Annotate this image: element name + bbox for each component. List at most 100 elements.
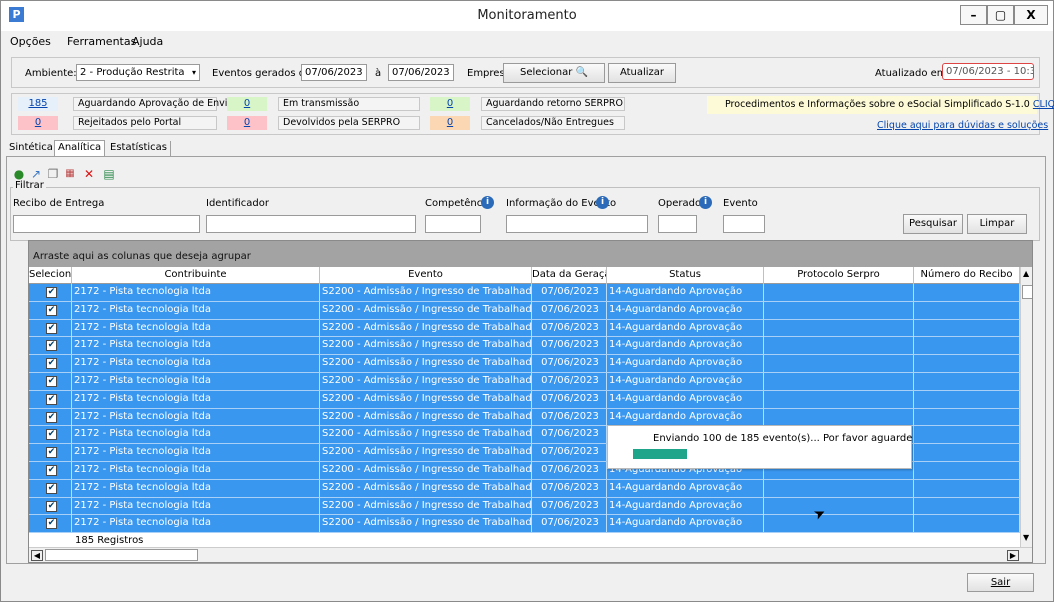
row-checkbox[interactable]: ✔ bbox=[46, 358, 57, 370]
col-contribuinte[interactable]: Contribuinte bbox=[72, 267, 320, 284]
table-row[interactable]: ✔ 2172 - Pista tecnologia ltda S2200 - Adm… bbox=[29, 515, 1020, 534]
recibo-cell bbox=[914, 479, 1020, 497]
export-excel-icon[interactable]: ▤ bbox=[102, 167, 116, 181]
row-checkbox[interactable]: ✔ bbox=[46, 411, 57, 423]
sair-button[interactable]: Sair bbox=[967, 573, 1034, 592]
col-protocolo[interactable]: Protocolo Serpro bbox=[764, 267, 914, 284]
copy-icon[interactable]: ❐ bbox=[46, 167, 60, 181]
table-row[interactable]: ✔ 2172 - Pista tecnologia ltda S2200 - Adm… bbox=[29, 301, 1020, 320]
row-checkbox[interactable]: ✔ bbox=[46, 464, 57, 476]
col-data-geracao[interactable]: Data da Geração bbox=[532, 267, 607, 284]
status-cell: 14-Aguardando Aprovação bbox=[607, 390, 764, 408]
minimize-button[interactable]: – bbox=[960, 5, 987, 25]
table-row[interactable]: ✔ 2172 - Pista tecnologia ltda S2200 - Adm… bbox=[29, 319, 1020, 338]
hscroll-thumb[interactable] bbox=[45, 549, 198, 561]
close-button[interactable]: X bbox=[1014, 5, 1048, 25]
recibo-cell bbox=[914, 444, 1020, 462]
select-cell: ✔ bbox=[29, 284, 72, 301]
recibo-cell bbox=[914, 319, 1020, 337]
globe-icon[interactable]: ● bbox=[12, 167, 26, 181]
col-selecionar[interactable]: Selecionar bbox=[29, 267, 72, 284]
evento-input[interactable] bbox=[723, 215, 765, 233]
recibo-input[interactable] bbox=[13, 215, 200, 233]
count-cancelados[interactable]: 0 bbox=[430, 116, 470, 130]
horizontal-scrollbar[interactable]: ◀ ▶ bbox=[29, 547, 1032, 562]
table-row[interactable]: ✔ 2172 - Pista tecnologia ltda S2200 - Adm… bbox=[29, 479, 1020, 498]
row-checkbox[interactable]: ✔ bbox=[46, 340, 57, 352]
table-row[interactable]: ✔ 2172 - Pista tecnologia ltda S2200 - Adm… bbox=[29, 408, 1020, 427]
select-cell: ✔ bbox=[29, 301, 72, 319]
row-checkbox[interactable]: ✔ bbox=[46, 518, 57, 530]
delete-icon[interactable]: ✕ bbox=[82, 167, 96, 181]
duvidas-link[interactable]: Clique aqui para dúvidas e soluções bbox=[877, 120, 1048, 131]
count-aguardando-aprovacao[interactable]: 185 bbox=[18, 97, 58, 111]
contribuinte-cell: 2172 - Pista tecnologia ltda bbox=[72, 479, 320, 497]
ambiente-label: Ambiente: bbox=[25, 68, 77, 79]
col-numero-recibo[interactable]: Número do Recibo bbox=[914, 267, 1020, 284]
tab-analitica[interactable]: Analítica bbox=[54, 140, 106, 156]
status-cell: 14-Aguardando Aprovação bbox=[607, 497, 764, 515]
tab-sintetica[interactable]: Sintética bbox=[6, 141, 56, 156]
table-row[interactable]: ✔ 2172 - Pista tecnologia ltda S2200 - Adm… bbox=[29, 372, 1020, 391]
group-by-bar[interactable]: Arraste aqui as colunas que deseja agrup… bbox=[29, 241, 1032, 267]
count-devolvidos[interactable]: 0 bbox=[227, 116, 267, 130]
menu-opcoes[interactable]: Opções bbox=[10, 35, 51, 48]
info-icon[interactable]: i bbox=[481, 196, 494, 209]
informacao-input[interactable] bbox=[506, 215, 648, 233]
info-icon[interactable]: i bbox=[699, 196, 712, 209]
protocolo-cell bbox=[764, 479, 914, 497]
contribuinte-cell: 2172 - Pista tecnologia ltda bbox=[72, 337, 320, 355]
selecionar-button[interactable]: Selecionar 🔍 bbox=[503, 63, 605, 83]
table-row[interactable]: ✔ 2172 - Pista tecnologia ltda S2200 - Adm… bbox=[29, 284, 1020, 302]
table-row[interactable]: ✔ 2172 - Pista tecnologia ltda S2200 - Adm… bbox=[29, 337, 1020, 356]
send-icon[interactable]: ↗ bbox=[29, 167, 43, 181]
monitoramento-window: P Monitoramento – ▢ X Opções Ferramentas… bbox=[0, 0, 1054, 602]
date-from-input[interactable]: 07/06/2023 bbox=[301, 64, 367, 81]
tab-estatisticas[interactable]: Estatísticas bbox=[107, 141, 172, 156]
identificador-input[interactable] bbox=[206, 215, 416, 233]
operador-input[interactable] bbox=[658, 215, 697, 233]
scroll-up-icon[interactable]: ▲ bbox=[1023, 269, 1029, 278]
info-icon[interactable]: i bbox=[596, 196, 609, 209]
scroll-down-icon[interactable]: ▼ bbox=[1023, 533, 1029, 542]
data-cell: 07/06/2023 bbox=[532, 390, 607, 408]
contribuinte-cell: 2172 - Pista tecnologia ltda bbox=[72, 390, 320, 408]
menu-ferramentas[interactable]: Ferramentas bbox=[67, 35, 136, 48]
menu-ajuda[interactable]: Ajuda bbox=[132, 35, 163, 48]
row-checkbox[interactable]: ✔ bbox=[46, 447, 57, 459]
table-row[interactable]: ✔ 2172 - Pista tecnologia ltda S2200 - Adm… bbox=[29, 355, 1020, 373]
vertical-scrollbar[interactable]: ▲ ▼ bbox=[1020, 267, 1032, 547]
competencia-input[interactable] bbox=[425, 215, 481, 233]
count-rejeitados[interactable]: 0 bbox=[18, 116, 58, 130]
count-aguardando-retorno[interactable]: 0 bbox=[430, 97, 470, 111]
row-checkbox[interactable]: ✔ bbox=[46, 322, 57, 334]
row-checkbox[interactable]: ✔ bbox=[46, 375, 57, 387]
evento-cell: S2200 - Admissão / Ingresso de Trabalhad… bbox=[320, 461, 532, 479]
row-checkbox[interactable]: ✔ bbox=[46, 500, 57, 512]
ambiente-select[interactable]: 2 - Produção Restrita ▾ bbox=[76, 64, 200, 81]
table-row[interactable]: ✔ 2172 - Pista tecnologia ltda S2200 - Adm… bbox=[29, 497, 1020, 516]
data-cell: 07/06/2023 bbox=[532, 301, 607, 319]
clique-aqui-link[interactable]: CLIQUE AQUI bbox=[1033, 99, 1054, 110]
limpar-button[interactable]: Limpar bbox=[967, 214, 1027, 234]
count-em-transmissao[interactable]: 0 bbox=[227, 97, 267, 111]
maximize-button[interactable]: ▢ bbox=[987, 5, 1014, 25]
table-row[interactable]: ✔ 2172 - Pista tecnologia ltda S2200 - Adm… bbox=[29, 390, 1020, 409]
data-cell: 07/06/2023 bbox=[532, 337, 607, 355]
scroll-left-icon[interactable]: ◀ bbox=[31, 550, 43, 561]
calendar-icon[interactable]: ▦ bbox=[63, 167, 77, 181]
row-checkbox[interactable]: ✔ bbox=[46, 393, 57, 405]
row-checkbox[interactable]: ✔ bbox=[46, 287, 57, 298]
date-to-input[interactable]: 07/06/2023 bbox=[388, 64, 454, 81]
atualizar-button[interactable]: Atualizar bbox=[608, 63, 676, 83]
scroll-thumb[interactable] bbox=[1022, 285, 1032, 299]
col-evento[interactable]: Evento bbox=[320, 267, 532, 284]
pesquisar-button[interactable]: Pesquisar bbox=[903, 214, 963, 234]
protocolo-cell bbox=[764, 355, 914, 373]
row-checkbox[interactable]: ✔ bbox=[46, 482, 57, 494]
row-checkbox[interactable]: ✔ bbox=[46, 304, 57, 316]
scroll-right-icon[interactable]: ▶ bbox=[1007, 550, 1019, 561]
col-status[interactable]: Status bbox=[607, 267, 764, 284]
row-checkbox[interactable]: ✔ bbox=[46, 429, 57, 441]
select-cell: ✔ bbox=[29, 479, 72, 497]
